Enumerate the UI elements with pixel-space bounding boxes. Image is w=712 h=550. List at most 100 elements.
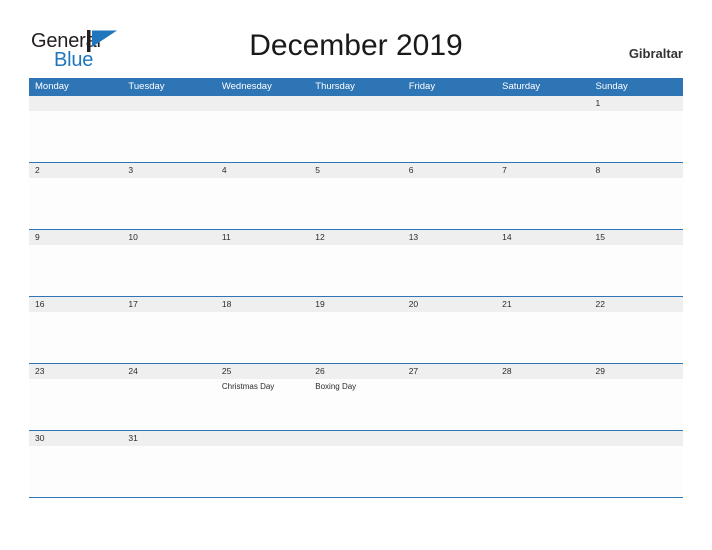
day-cell[interactable] [216,312,309,363]
date-number[interactable] [309,96,402,111]
country-label: Gibraltar [628,46,683,61]
date-number[interactable] [403,96,496,111]
day-cell[interactable] [403,312,496,363]
date-number[interactable]: 2 [29,163,122,178]
date-number[interactable]: 21 [496,297,589,312]
day-cell[interactable] [590,178,683,229]
week-body-band [29,446,683,497]
date-number[interactable]: 18 [216,297,309,312]
day-cell[interactable] [29,312,122,363]
date-number[interactable] [309,431,402,446]
date-number[interactable]: 25 [216,364,309,379]
day-cell[interactable] [29,178,122,229]
day-cell[interactable] [590,379,683,430]
date-number[interactable]: 3 [122,163,215,178]
date-number[interactable] [496,431,589,446]
date-number[interactable]: 24 [122,364,215,379]
date-number[interactable]: 20 [403,297,496,312]
day-cell-christmas[interactable]: Christmas Day [216,379,309,430]
date-number[interactable]: 29 [590,364,683,379]
day-cell[interactable] [496,312,589,363]
date-number[interactable]: 19 [309,297,402,312]
day-cell[interactable] [216,245,309,296]
page-header: General Blue December 2019 Gibraltar [0,0,712,76]
date-number[interactable]: 17 [122,297,215,312]
week-row: 9 10 11 12 13 14 15 [29,230,683,297]
day-cell[interactable] [403,446,496,497]
date-number[interactable]: 9 [29,230,122,245]
date-number[interactable]: 13 [403,230,496,245]
date-number[interactable]: 31 [122,431,215,446]
day-cell[interactable] [122,178,215,229]
date-number[interactable]: 11 [216,230,309,245]
day-cell[interactable] [590,312,683,363]
date-number[interactable]: 5 [309,163,402,178]
date-number[interactable] [590,431,683,446]
day-cell[interactable] [216,446,309,497]
day-cell[interactable] [403,178,496,229]
date-number[interactable]: 7 [496,163,589,178]
date-number[interactable]: 10 [122,230,215,245]
date-number[interactable] [216,431,309,446]
date-number[interactable] [216,96,309,111]
date-number[interactable]: 16 [29,297,122,312]
day-cell[interactable] [496,379,589,430]
week-body-band [29,245,683,296]
date-number[interactable]: 22 [590,297,683,312]
week-date-band: 30 31 [29,431,683,446]
date-number[interactable]: 14 [496,230,589,245]
day-cell[interactable] [122,312,215,363]
date-number[interactable]: 15 [590,230,683,245]
week-body-band [29,312,683,363]
day-cell[interactable] [403,111,496,162]
day-cell[interactable] [590,111,683,162]
day-cell[interactable] [216,111,309,162]
day-cell[interactable] [496,178,589,229]
week-body-band [29,111,683,162]
weekday-header-wednesday: Wednesday [221,81,272,92]
date-number[interactable]: 12 [309,230,402,245]
day-cell[interactable] [309,446,402,497]
date-number[interactable]: 26 [309,364,402,379]
week-row: 30 31 [29,431,683,498]
day-cell[interactable] [309,245,402,296]
day-cell-boxing[interactable]: Boxing Day [309,379,402,430]
calendar-page: General Blue December 2019 Gibraltar Mon… [0,0,712,550]
week-date-band: 23 24 25 26 27 28 29 [29,364,683,379]
date-number[interactable]: 23 [29,364,122,379]
day-cell[interactable] [122,379,215,430]
day-cell[interactable] [496,245,589,296]
day-cell[interactable] [403,245,496,296]
day-cell[interactable] [122,111,215,162]
date-number[interactable]: 30 [29,431,122,446]
day-cell[interactable] [496,111,589,162]
date-number[interactable] [122,96,215,111]
day-cell[interactable] [496,446,589,497]
weekday-header-saturday: Saturday [502,81,541,92]
day-cell[interactable] [122,446,215,497]
day-cell[interactable] [122,245,215,296]
date-number[interactable] [403,431,496,446]
day-cell[interactable] [29,379,122,430]
date-number[interactable]: 6 [403,163,496,178]
week-date-band: 1 [29,96,683,111]
day-cell[interactable] [309,312,402,363]
date-number[interactable]: 27 [403,364,496,379]
date-number[interactable]: 28 [496,364,589,379]
day-cell[interactable] [29,111,122,162]
day-cell[interactable] [29,446,122,497]
date-number[interactable]: 4 [216,163,309,178]
event-label-boxing-day: Boxing Day [315,382,357,391]
day-cell[interactable] [309,111,402,162]
day-cell[interactable] [216,178,309,229]
day-cell[interactable] [590,245,683,296]
day-cell[interactable] [590,446,683,497]
week-date-band: 9 10 11 12 13 14 15 [29,230,683,245]
day-cell[interactable] [29,245,122,296]
day-cell[interactable] [403,379,496,430]
day-cell[interactable] [309,178,402,229]
date-number[interactable]: 8 [590,163,683,178]
date-number[interactable] [496,96,589,111]
date-number[interactable]: 1 [590,96,683,111]
date-number[interactable] [29,96,122,111]
